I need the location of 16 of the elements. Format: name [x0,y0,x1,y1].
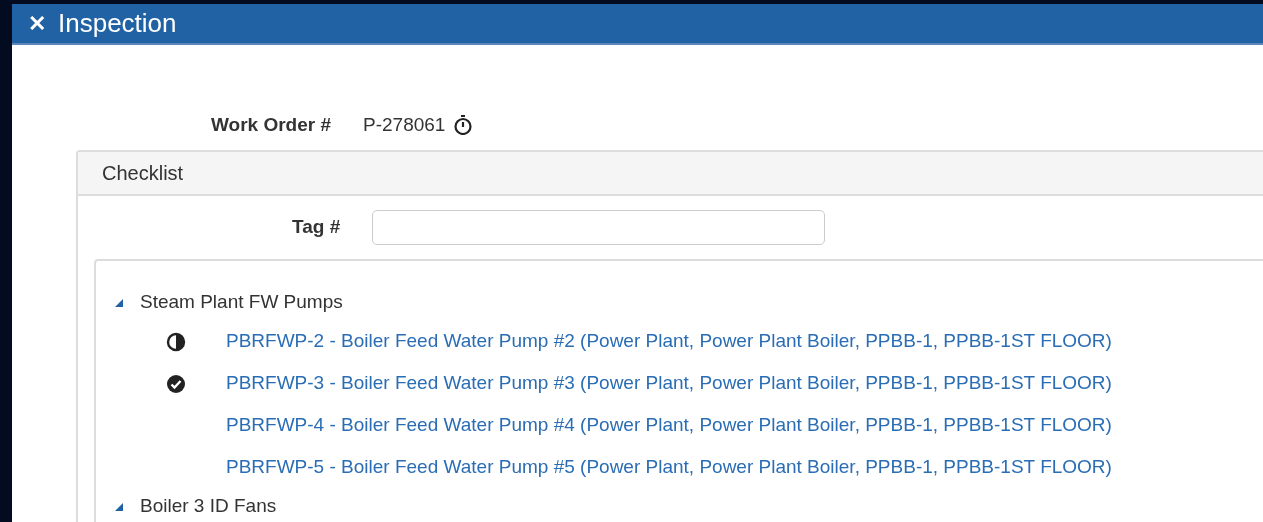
window-title: Inspection [58,7,177,40]
work-order-number: P-278061 [363,113,446,137]
tree-group-label[interactable]: Boiler 3 ID Fans [140,492,277,521]
field-label: Tag # [292,214,341,239]
panel-title: Checklist [78,151,1263,196]
tree-item-link[interactable]: PBRFWP-4 - Boiler Feed Water Pump #4 (Power Plant, Power Plant Boiler, PPBB-1, PPBB-1ST FLOOR) [226,411,1112,440]
tree-item-link[interactable]: PBRFWP-3 - Boiler Feed Water Pump #3 (Power Plant, Power Plant Boiler, PPBB-1, PPBB-1ST FLOOR) [226,369,1112,398]
tree-group-label[interactable]: Steam Plant FW Pumps [140,288,343,317]
stopwatch-icon[interactable] [453,115,474,136]
field-label: Work Order # [211,113,332,137]
tree-item-link[interactable]: PBRFWP-2 - Boiler Feed Water Pump #2 (Power Plant, Power Plant Boiler, PPBB-1, PPBB-1ST FLOOR) [226,327,1112,356]
collapse-icon[interactable] [114,501,124,512]
collapse-icon[interactable] [114,297,124,308]
close-button[interactable]: ✕ [12,7,58,40]
tag-input-field[interactable] [372,209,826,245]
tree-item-link[interactable]: PBRFWP-5 - Boiler Feed Water Pump #5 (Power Plant, Power Plant Boiler, PPBB-1, PPBB-1ST FLOOR) [226,453,1112,482]
